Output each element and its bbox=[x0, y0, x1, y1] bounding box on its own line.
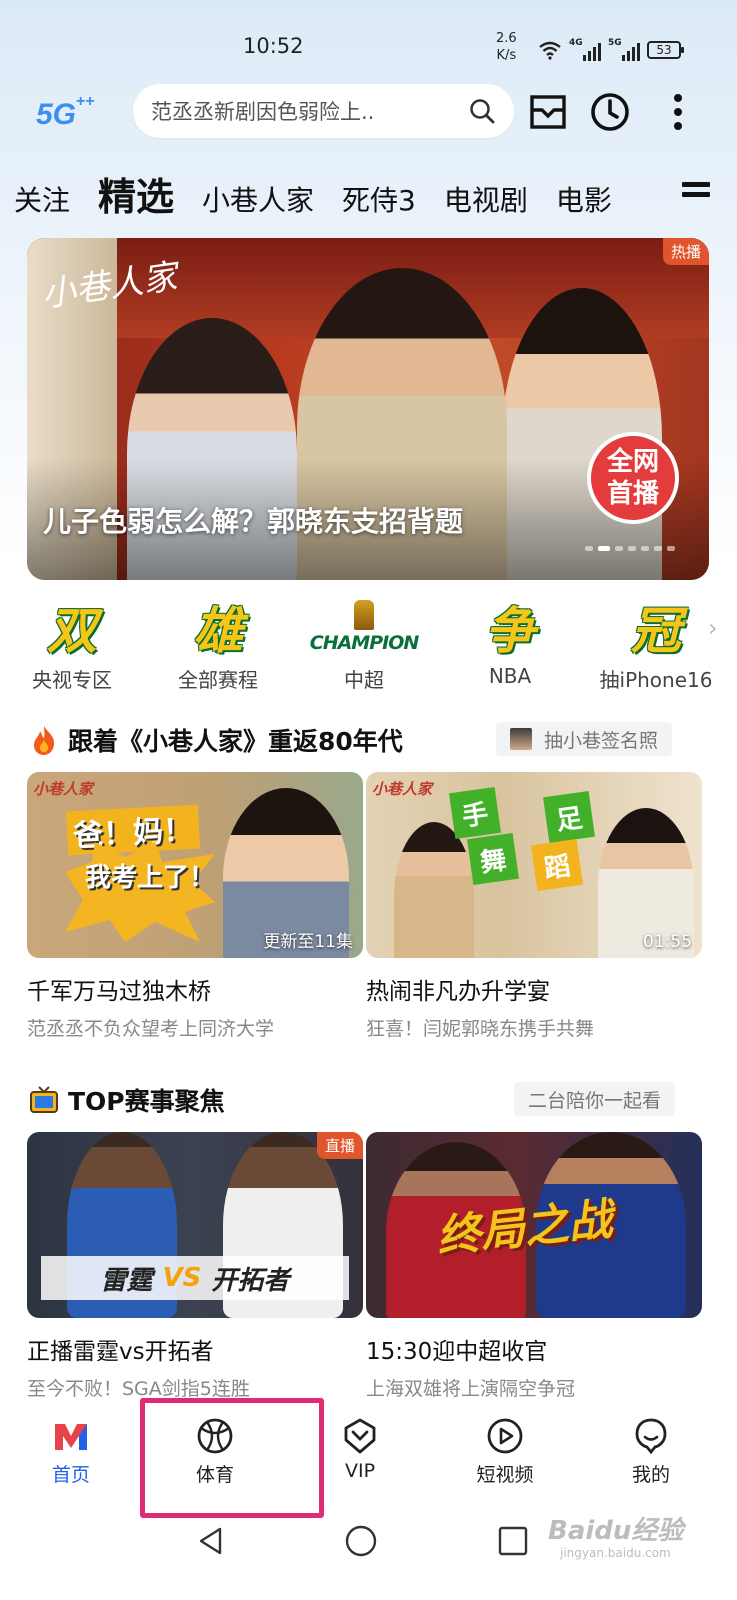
fire-icon bbox=[34, 726, 55, 755]
play-circle-icon bbox=[487, 1418, 523, 1454]
inbox-icon[interactable] bbox=[526, 90, 570, 134]
status-bar: 10:52 2.6 K/s 4G 5G 53 bbox=[0, 0, 737, 80]
video-card[interactable]: 小巷人家 爸！妈！ 我考上了！ 更新至11集 千军万马过独木桥 范丞丞不负众望考… bbox=[27, 772, 363, 1041]
carousel-dot bbox=[654, 546, 662, 551]
tab-deadpool[interactable]: 死侍3 bbox=[342, 179, 416, 219]
quick-item-lottery[interactable]: 冠 抽iPhone16 bbox=[596, 598, 716, 693]
more-vertical-icon[interactable] bbox=[656, 90, 700, 134]
quick-entry-row: 双 央视专区 雄 全部赛程 CHAMPION 中超 争 NBA 冠 抽iPhon… bbox=[0, 598, 737, 694]
avatar bbox=[510, 728, 532, 750]
premiere-badge: 全网 首播 bbox=[587, 432, 679, 524]
carousel-dots bbox=[585, 546, 675, 551]
home-logo-icon bbox=[55, 1424, 87, 1450]
back-icon[interactable] bbox=[194, 1524, 228, 1558]
champion-glyph-icon: 冠 bbox=[631, 602, 681, 660]
search-icon[interactable] bbox=[468, 97, 496, 125]
video-card[interactable]: 小巷人家 手 舞 足 蹈 01:55 热闹非凡办升学宴 狂喜！闫妮郭晓东携手共舞 bbox=[366, 772, 702, 1041]
quick-item-csl[interactable]: CHAMPION 中超 bbox=[304, 598, 424, 693]
video-card[interactable]: 终局之战 15:30迎中超收官 上海双雄将上演隔空争冠 bbox=[366, 1132, 702, 1401]
tab-follow[interactable]: 关注 bbox=[14, 179, 70, 219]
hero-glyph-icon: 雄 bbox=[193, 602, 243, 660]
tv-icon bbox=[30, 1086, 58, 1113]
matchup-bar: 雷霆 VS 开拓者 bbox=[41, 1256, 349, 1300]
tab-xiaoxiang[interactable]: 小巷人家 bbox=[202, 179, 314, 219]
video-thumbnail: 直播 雷霆 VS 开拓者 bbox=[27, 1132, 363, 1318]
episode-tag: 更新至11集 bbox=[263, 932, 353, 952]
status-time: 10:52 bbox=[243, 34, 304, 58]
nav-home[interactable]: 首页 bbox=[16, 1416, 126, 1487]
app-logo-icon: 5G ++ bbox=[36, 93, 95, 130]
card-title: 正播雷霆vs开拓者 bbox=[27, 1339, 214, 1365]
double-glyph-icon: 双 bbox=[47, 602, 97, 660]
status-icons: 4G 5G 53 bbox=[538, 36, 684, 64]
banner-hot-badge: 热播 bbox=[662, 238, 709, 265]
vip-diamond-icon bbox=[344, 1418, 376, 1454]
wifi-icon bbox=[539, 41, 561, 60]
signal-4g-icon: 4G bbox=[569, 38, 601, 61]
video-card[interactable]: 直播 雷霆 VS 开拓者 正播雷霆vs开拓者 至今不败！SGA剑指5连胜 bbox=[27, 1132, 363, 1401]
search-input[interactable]: 范丞丞新剧因色弱险上.. bbox=[151, 96, 468, 126]
banner-title: 儿子色弱怎么解？郭晓东支招背题 bbox=[43, 505, 464, 538]
recents-icon[interactable] bbox=[496, 1524, 530, 1558]
bottom-navigation: 首页 体育 VIP 短视频 我的 bbox=[0, 1404, 737, 1500]
quick-item-nba[interactable]: 争 NBA bbox=[450, 598, 570, 688]
tabs-menu-icon[interactable] bbox=[682, 182, 710, 202]
chevron-right-icon[interactable]: › bbox=[708, 614, 718, 642]
tab-movie[interactable]: 电影 bbox=[556, 179, 612, 219]
video-thumbnail: 小巷人家 爸！妈！ 我考上了！ 更新至11集 bbox=[27, 772, 363, 958]
compete-glyph-icon: 争 bbox=[485, 602, 535, 660]
carousel-dot bbox=[598, 546, 610, 551]
watermark-url: jingyan.baidu.com bbox=[560, 1546, 671, 1560]
section-title: TOP赛事聚焦 bbox=[28, 1082, 225, 1118]
svg-text:++: ++ bbox=[76, 93, 95, 110]
home-circle-icon[interactable] bbox=[344, 1524, 378, 1558]
svg-text:5G: 5G bbox=[36, 98, 76, 130]
card-title: 15:30迎中超收官 bbox=[366, 1339, 548, 1365]
search-bar[interactable]: 范丞丞新剧因色弱险上.. bbox=[133, 84, 514, 138]
card-subtitle: 范丞丞不负众望考上同济大学 bbox=[27, 1018, 275, 1040]
video-thumbnail: 小巷人家 手 舞 足 蹈 01:55 bbox=[366, 772, 702, 958]
nav-profile[interactable]: 我的 bbox=[596, 1416, 706, 1487]
card-title: 热闹非凡办升学宴 bbox=[366, 979, 550, 1005]
carousel-dot bbox=[641, 546, 649, 551]
hero-banner[interactable]: 小巷人家 热播 全网 首播 儿子色弱怎么解？郭晓东支招背题 bbox=[27, 238, 709, 580]
carousel-dot bbox=[628, 546, 636, 551]
section-link-pill[interactable]: 抽小巷签名照 bbox=[496, 722, 673, 756]
watermark: Baidu经验 bbox=[548, 1516, 684, 1546]
video-thumbnail: 终局之战 bbox=[366, 1132, 702, 1318]
history-clock-icon[interactable] bbox=[588, 90, 632, 134]
trophy-icon: CHAMPION bbox=[310, 598, 419, 656]
live-badge: 直播 bbox=[316, 1132, 363, 1159]
tab-featured[interactable]: 精选 bbox=[98, 166, 174, 221]
category-tabs: 关注 精选 小巷人家 死侍3 电视剧 电影 bbox=[14, 166, 734, 226]
tab-tv[interactable]: 电视剧 bbox=[444, 179, 528, 219]
section-title: 跟着《小巷人家》重返80年代 bbox=[28, 722, 403, 758]
duration-tag: 01:55 bbox=[643, 932, 692, 952]
battery-icon: 53 bbox=[647, 41, 684, 59]
card-subtitle: 至今不败！SGA剑指5连胜 bbox=[27, 1378, 250, 1400]
card-title: 千军万马过独木桥 bbox=[27, 979, 211, 1005]
network-speed: 2.6 K/s bbox=[496, 31, 517, 63]
section-link-pill[interactable]: 二台陪你一起看 bbox=[514, 1082, 676, 1116]
profile-icon bbox=[635, 1418, 667, 1455]
carousel-dot bbox=[667, 546, 675, 551]
signal-5g-icon: 5G bbox=[608, 38, 640, 61]
carousel-dot bbox=[585, 546, 593, 551]
quick-item-schedule[interactable]: 雄 全部赛程 bbox=[158, 598, 278, 693]
carousel-dot bbox=[615, 546, 623, 551]
nav-short-video[interactable]: 短视频 bbox=[450, 1416, 560, 1487]
card-subtitle: 上海双雄将上演隔空争冠 bbox=[366, 1378, 576, 1400]
card-subtitle: 狂喜！闫妮郭晓东携手共舞 bbox=[366, 1018, 595, 1040]
thumbnail-figure bbox=[394, 822, 474, 958]
quick-item-cctv[interactable]: 双 央视专区 bbox=[12, 598, 132, 693]
highlight-annotation-box bbox=[140, 1398, 324, 1518]
